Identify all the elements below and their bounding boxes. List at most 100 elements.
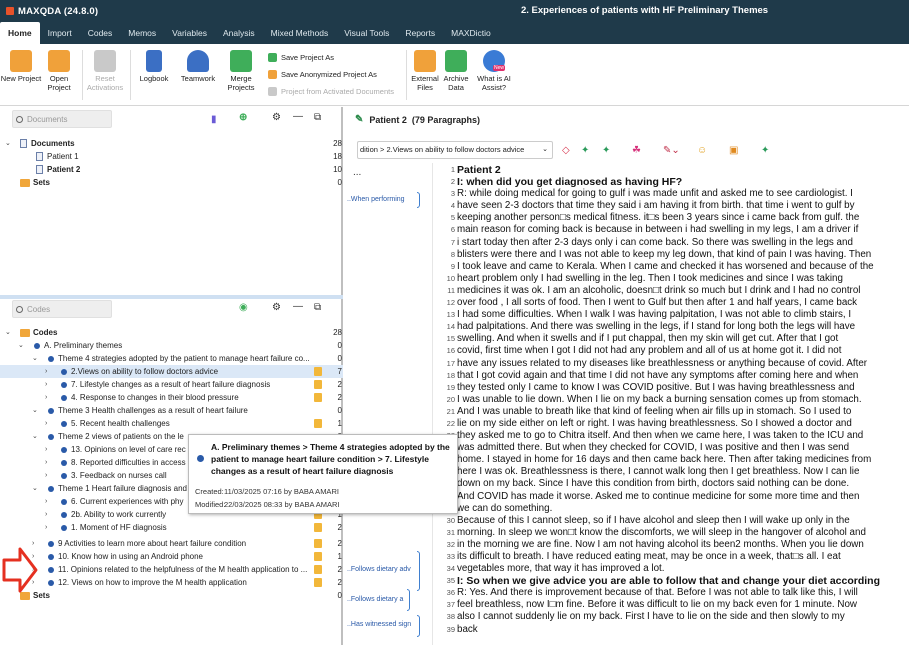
memo-icon[interactable] — [314, 367, 322, 376]
undock-icon[interactable]: ⧉ — [314, 112, 321, 123]
tab-home[interactable]: Home — [0, 22, 40, 44]
code-row[interactable]: ⌄ Theme 3 Health challenges as a result o… — [0, 404, 343, 417]
code-tools-icon[interactable]: ✦ — [761, 145, 769, 156]
minimize-icon[interactable]: — — [293, 111, 303, 122]
coded-segment-label[interactable]: ..When performing — [347, 196, 405, 203]
gear-icon[interactable]: ⚙ — [272, 302, 281, 313]
undock-icon[interactable]: ⧉ — [314, 302, 321, 313]
text-line[interactable]: R: Yes. And there is improvement because… — [457, 587, 909, 599]
coded-segment-label[interactable]: ..Follows dietary adv — [347, 566, 411, 573]
project-from-activated-button[interactable]: Project from Activated Documents — [268, 87, 394, 96]
text-heading-line[interactable]: I: when did you get diagnosed as having … — [457, 176, 909, 188]
text-line[interactable]: we can do something. — [457, 503, 909, 515]
save-anonymized-button[interactable]: Save Anonymized Project As — [268, 70, 377, 79]
text-line[interactable]: home. I stayed in home for 16 days and t… — [457, 454, 909, 466]
text-line[interactable]: have seen 2-3 doctors that time they sai… — [457, 200, 909, 212]
code-sets[interactable]: Sets 0 — [0, 589, 343, 602]
coded-segment-label[interactable]: ..Follows dietary a — [347, 596, 403, 603]
text-line[interactable]: medicines it was ok. I am an alcoholic, … — [457, 285, 909, 297]
minimize-icon[interactable]: — — [293, 301, 303, 312]
memo-icon[interactable] — [314, 523, 322, 532]
ai-assist-button[interactable]: New What is AI Assist? — [473, 50, 515, 92]
coded-segment-bracket[interactable] — [417, 192, 420, 208]
text-line[interactable]: And I was unable to breath like that kin… — [457, 406, 909, 418]
text-line[interactable]: I was unable to lie down. When I lie on … — [457, 394, 909, 406]
document-text[interactable]: Patient 2 I: when did you get diagnosed a… — [457, 164, 909, 636]
code-multi-icon[interactable]: ✦ — [602, 145, 610, 156]
text-line[interactable]: feel breathless, now I□m fine. Before it… — [457, 599, 909, 611]
text-line[interactable]: morning. In sleep we won□t know the disc… — [457, 527, 909, 539]
code-icon[interactable]: ◇ — [562, 145, 570, 156]
coded-segment-label[interactable]: ..Has witnessed sign — [347, 621, 411, 628]
text-line[interactable]: R: while doing medical for going to gulf… — [457, 188, 909, 200]
memo-icon[interactable] — [314, 539, 322, 548]
tab-analysis[interactable]: Analysis — [215, 22, 263, 44]
code-row-selected[interactable]: › 2.Views on ability to follow doctors ad… — [0, 365, 343, 378]
text-line[interactable]: here I was ok. Breathlessness is there, … — [457, 466, 909, 478]
tab-maxdictio[interactable]: MAXDictio — [443, 22, 499, 44]
tab-reports[interactable]: Reports — [397, 22, 443, 44]
memo-icon[interactable] — [314, 552, 322, 561]
text-line[interactable]: main reason for coming back is because i… — [457, 224, 909, 236]
text-line[interactable]: i start today then after 2-3 days only i… — [457, 237, 909, 249]
code-row[interactable]: › 1. Moment of HF diagnosis 2 — [0, 521, 343, 534]
highlight-icon[interactable]: ☘ — [632, 145, 641, 156]
memo-icon[interactable] — [314, 565, 322, 574]
text-line[interactable]: down on my back. Since I have this condi… — [457, 478, 909, 490]
code-row[interactable]: › 5. Recent health challenges 1 — [0, 417, 343, 430]
new-project-button[interactable]: New Project — [0, 50, 42, 83]
document-item[interactable]: Patient 2 10 — [0, 163, 343, 176]
memo-add-icon[interactable]: ▣ — [729, 145, 738, 156]
text-heading-line[interactable]: Patient 2 — [457, 164, 909, 176]
text-line[interactable]: they tested only I came to know I was CO… — [457, 382, 909, 394]
save-project-as-button[interactable]: Save Project As — [268, 53, 334, 62]
merge-projects-button[interactable]: Merge Projects — [220, 50, 262, 92]
text-line[interactable]: I had some difficulties. When I walk I w… — [457, 309, 909, 321]
text-line[interactable]: swelling. And when it swells and if I pu… — [457, 333, 909, 345]
text-line[interactable]: I took leave and came to Kerala. When I … — [457, 261, 909, 273]
coded-segment-bracket[interactable] — [417, 615, 420, 637]
new-document-icon[interactable]: ▮ — [211, 114, 217, 125]
add-icon[interactable]: ⊕ — [239, 112, 247, 123]
code-row[interactable]: › 9 Activities to learn more about heart … — [0, 537, 343, 550]
text-line[interactable]: heart problem only I had swelling in the… — [457, 273, 909, 285]
document-item[interactable]: Patient 1 18 — [0, 150, 343, 163]
memo-icon[interactable] — [314, 578, 322, 587]
memo-icon[interactable] — [314, 380, 322, 389]
documents-search[interactable]: Documents — [12, 110, 112, 128]
color-pen-icon[interactable]: ✎⌄ — [663, 145, 680, 156]
codes-search[interactable]: Codes — [12, 300, 112, 318]
coded-segment-bracket[interactable] — [417, 551, 420, 591]
code-row[interactable]: › 4. Response to changes in their blood p… — [0, 391, 343, 404]
text-line[interactable]: vegetables more, that way it has improve… — [457, 563, 909, 575]
memo-icon[interactable] — [314, 419, 322, 428]
document-sets[interactable]: Sets 0 — [0, 176, 343, 189]
codes-root[interactable]: ⌄ Codes 28 — [0, 326, 343, 339]
tab-mixed-methods[interactable]: Mixed Methods — [263, 22, 337, 44]
text-line[interactable]: in the morning we are fine. Now I am not… — [457, 539, 909, 551]
text-line[interactable]: was admitted there. But when they checke… — [457, 442, 909, 454]
text-line[interactable]: that I got covid again and that time I d… — [457, 370, 909, 382]
tab-variables[interactable]: Variables — [164, 22, 215, 44]
gear-icon[interactable]: ⚙ — [272, 112, 281, 123]
text-line[interactable]: they asked me to go to Chitra itself. An… — [457, 430, 909, 442]
tab-codes[interactable]: Codes — [80, 22, 121, 44]
text-heading-line[interactable]: I: So when we give advice you are able t… — [457, 575, 909, 587]
code-row[interactable]: › 7. Lifestyle changes as a result of hea… — [0, 378, 343, 391]
coded-segment-bracket[interactable] — [407, 589, 410, 611]
stripe-menu[interactable]: ... — [353, 167, 361, 178]
text-line[interactable]: keeping another person□s medical fitness… — [457, 212, 909, 224]
archive-data-button[interactable]: Archive Data — [435, 50, 477, 92]
emoticon-icon[interactable]: ☺ — [697, 145, 707, 156]
text-line[interactable]: lie on my side either on left or right. … — [457, 418, 909, 430]
text-line[interactable]: have any issues related to my diseases l… — [457, 358, 909, 370]
open-project-button[interactable]: Open Project — [38, 50, 80, 92]
text-line[interactable]: back — [457, 624, 909, 636]
text-line[interactable]: Because of this I cannot sleep, so if I … — [457, 515, 909, 527]
code-row[interactable]: › 12. Views on how to improve the M healt… — [0, 576, 343, 589]
text-line[interactable]: covid, first time when I got I did not h… — [457, 345, 909, 357]
memo-icon[interactable] — [314, 393, 322, 402]
code-path-dropdown[interactable]: dition > 2.Views on ability to follow do… — [357, 141, 553, 159]
text-line[interactable]: And COVID has made it worse. Asked me to… — [457, 491, 909, 503]
code-row[interactable]: › 10. Know how in using an Android phone 1 — [0, 550, 343, 563]
